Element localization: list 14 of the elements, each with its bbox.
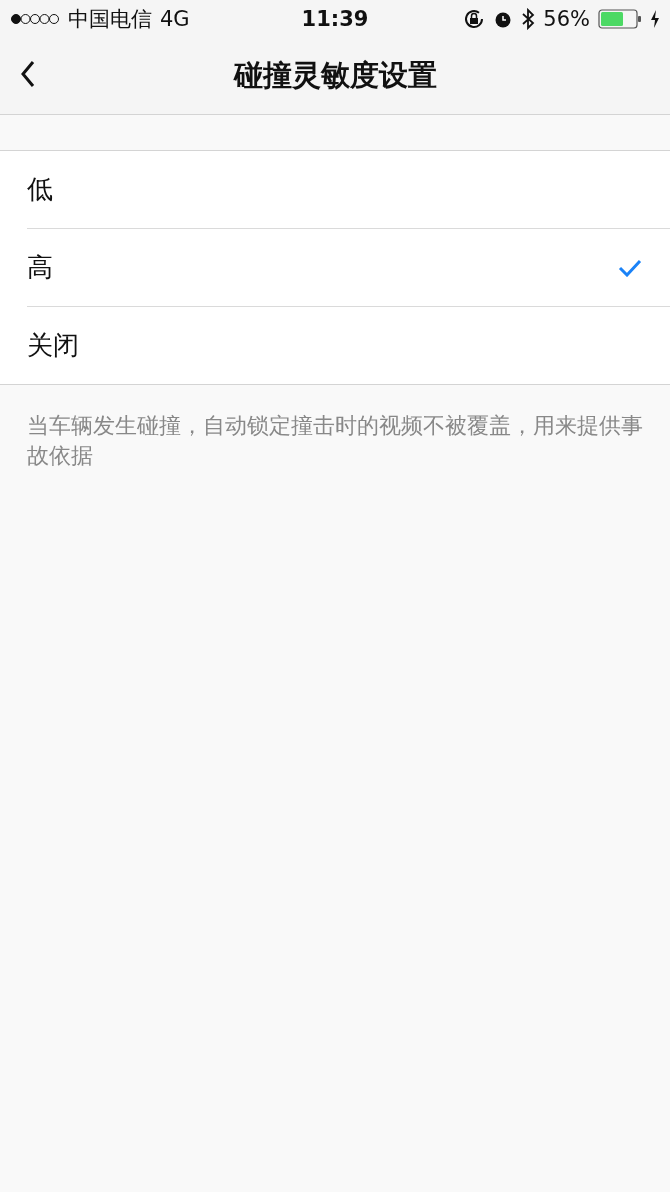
bluetooth-icon (521, 8, 536, 30)
option-row[interactable]: 高 (27, 229, 670, 307)
charging-icon (650, 9, 660, 29)
option-row[interactable]: 关闭 (27, 307, 670, 384)
description-text: 当车辆发生碰撞，自动锁定撞击时的视频不被覆盖，用来提供事故依据 (27, 412, 644, 470)
battery-percent: 56% (543, 7, 590, 31)
carrier-name: 中国电信 (68, 6, 152, 33)
signal-icon (10, 13, 60, 25)
page-title: 碰撞灵敏度设置 (233, 57, 437, 94)
option-row[interactable]: 低 (27, 151, 670, 229)
status-time: 11:39 (301, 7, 369, 31)
network-type: 4G (160, 7, 190, 31)
rotation-lock-icon (463, 8, 486, 30)
battery-icon (598, 9, 642, 29)
